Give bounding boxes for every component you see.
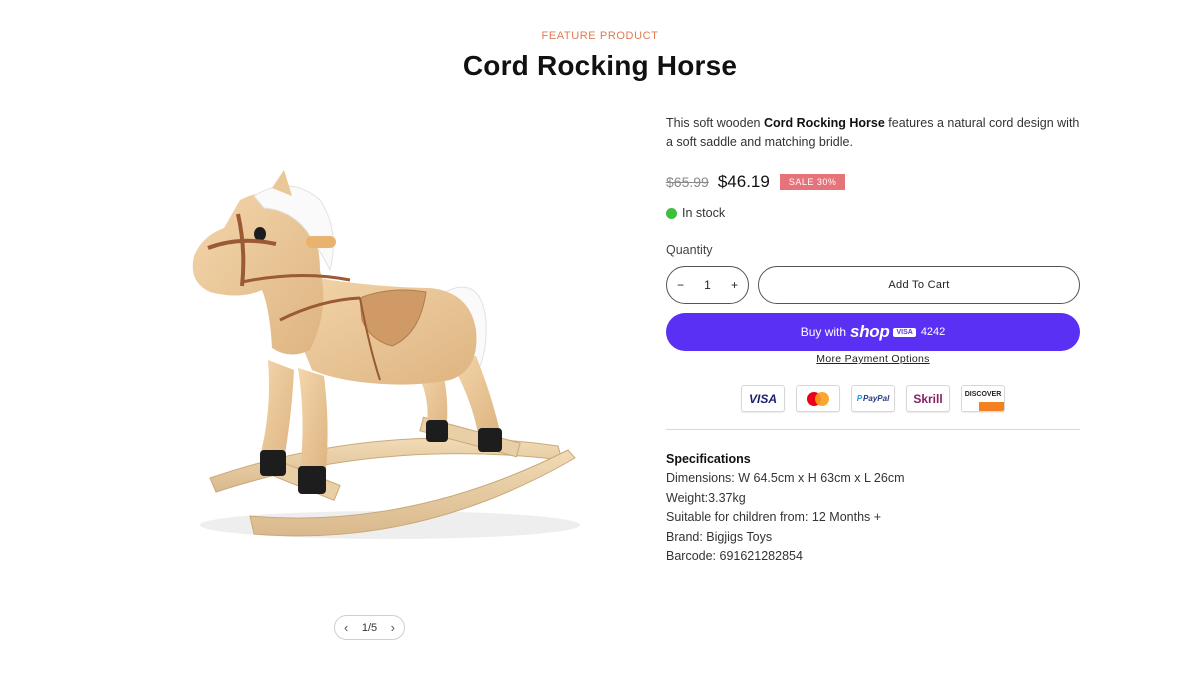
stock-status: In stock: [666, 206, 725, 220]
spec-line: Dimensions: W 64.5cm x H 63cm x L 26cm: [666, 471, 905, 486]
description-prefix: This soft wooden: [666, 116, 764, 130]
visa-icon: VISA: [741, 385, 785, 412]
price-row: $65.99 $46.19 SALE 30%: [666, 172, 846, 192]
chevron-right-icon[interactable]: ›: [391, 621, 395, 634]
mastercard-icon: [796, 385, 840, 412]
eyebrow-label: FEATURE PRODUCT: [541, 30, 659, 42]
plus-icon[interactable]: +: [731, 278, 738, 292]
rocking-horse-image: [192, 170, 580, 539]
discover-label: DISCOVER: [964, 391, 1002, 398]
specifications-title: Specifications: [666, 452, 751, 466]
paypal-icon: P PayPal: [851, 385, 895, 412]
sale-badge: SALE 30%: [779, 174, 846, 190]
quantity-value[interactable]: 1: [704, 278, 711, 292]
divider: [666, 429, 1080, 430]
add-to-cart-button[interactable]: Add To Cart: [758, 266, 1080, 304]
spec-line: Brand: Bigjigs Toys: [666, 529, 773, 544]
chevron-left-icon[interactable]: ‹: [344, 621, 348, 634]
compare-at-price: $65.99: [666, 174, 709, 190]
product-image: [180, 170, 600, 560]
card-last4: 4242: [920, 326, 946, 338]
spec-line: Weight:3.37kg: [666, 490, 746, 505]
product-title: Cord Rocking Horse: [462, 50, 738, 81]
description-product-name: Cord Rocking Horse: [763, 116, 885, 130]
quantity-stepper: − 1 +: [666, 266, 749, 304]
skrill-icon: Skrill: [906, 385, 950, 412]
gallery-pager: ‹ 1/5 ›: [334, 615, 405, 640]
sale-price: $46.19: [717, 172, 770, 191]
more-payment-options-link[interactable]: More Payment Options: [666, 353, 1080, 365]
shop-pay-logo: shop: [850, 322, 890, 341]
specifications: Specifications Dimensions: W 64.5cm x H …: [666, 450, 905, 566]
gallery-pager-text: 1/5: [361, 621, 378, 634]
payment-icons: VISA P PayPal Skrill DISCOVER: [741, 385, 1016, 412]
shop-pay-prefix: Buy with: [800, 325, 847, 339]
mastercard-circles: [807, 391, 829, 406]
product-info: This soft wooden Cord Rocking Horse feat…: [666, 114, 1080, 152]
minus-icon[interactable]: −: [677, 278, 684, 292]
card-brand-icon: VISA: [893, 327, 916, 337]
product-description: This soft wooden Cord Rocking Horse feat…: [666, 114, 1080, 152]
discover-icon: DISCOVER: [961, 385, 1005, 412]
spec-line: Suitable for children from: 12 Months +: [666, 510, 882, 525]
shop-pay-button[interactable]: Buy with shop VISA 4242: [666, 313, 1080, 351]
spec-line: Barcode: 691621282854: [666, 549, 803, 564]
in-stock-dot-icon: [666, 207, 677, 219]
paypal-label: PayPal: [863, 394, 890, 403]
stock-status-text: In stock: [682, 206, 726, 220]
quantity-label: Quantity: [666, 243, 713, 257]
